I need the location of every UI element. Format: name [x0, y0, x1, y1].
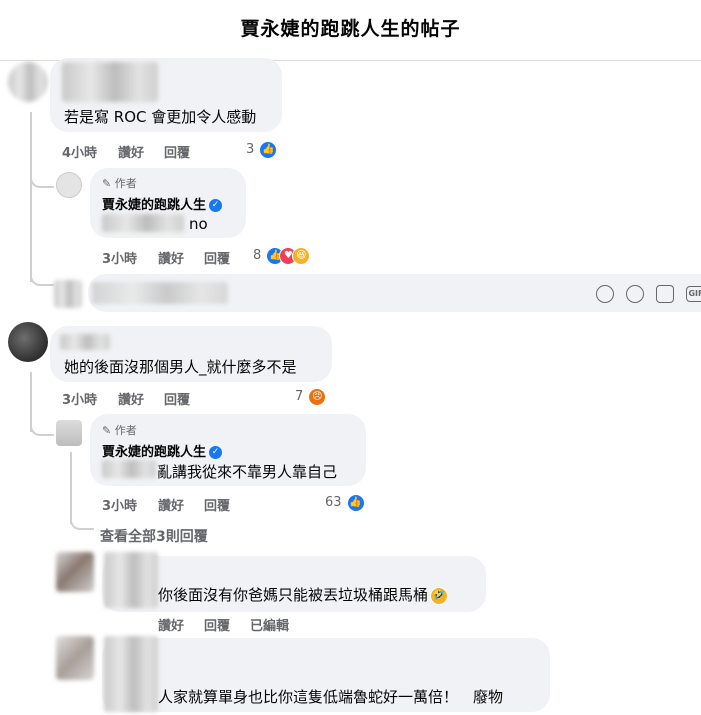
reply-input-mention — [92, 282, 228, 304]
reply-text: 亂講我從來不靠男人靠自己 — [157, 463, 338, 481]
like-button[interactable]: 讚好 — [118, 142, 144, 161]
avatar[interactable] — [8, 322, 48, 362]
thread-connector — [30, 170, 54, 188]
thread-connector — [30, 418, 54, 436]
emoji-icon[interactable] — [626, 285, 644, 303]
reaction-summary[interactable]: 8 👍 ♥ 😆 — [253, 245, 311, 265]
like-button[interactable]: 讚好 — [158, 615, 184, 634]
thread-connector — [70, 512, 94, 530]
comment-time[interactable]: 3小時 — [62, 389, 97, 408]
reply-button[interactable]: 回覆 — [204, 495, 230, 514]
reaction-summary[interactable]: 3 👍 — [246, 139, 278, 159]
reply-button[interactable]: 回覆 — [164, 389, 190, 408]
angry-reaction-icon: 😠 — [308, 387, 327, 406]
reaction-count: 3 — [246, 142, 255, 157]
verified-badge-icon: ✓ — [209, 446, 223, 459]
like-button[interactable]: 讚好 — [158, 248, 184, 267]
comment-text: 人家就算單身也比你這隻低端魯蛇好一萬倍！ 廢物 — [158, 688, 504, 706]
gif-icon[interactable]: GIF — [686, 286, 701, 302]
author-name-text: 賈永婕的跑跳人生 — [102, 445, 207, 460]
reply-button[interactable]: 回覆 — [204, 615, 230, 634]
reaction-summary[interactable]: 7 😠 — [295, 386, 327, 406]
comment-actions: 讚好 回覆 已編輯 — [158, 615, 358, 634]
avatar[interactable] — [8, 62, 48, 102]
camera-icon[interactable] — [656, 285, 674, 303]
page-title: 賈永婕的跑跳人生的帖子 — [240, 18, 461, 40]
reply-actions: 3小時 讚好 回覆 — [102, 248, 262, 267]
avatar[interactable] — [56, 552, 94, 592]
reply-actions: 3小時 讚好 回覆 — [102, 495, 262, 514]
edited-label: 已編輯 — [250, 619, 290, 634]
commenter-name[interactable] — [60, 334, 110, 350]
comment-text: 你後面沒有你爸媽只能被丟垃圾桶跟馬桶 🤣 — [158, 584, 449, 605]
avatar[interactable] — [56, 636, 94, 680]
author-badge: ✎ 作者 — [102, 177, 137, 190]
author-avatar[interactable] — [56, 172, 82, 198]
thread-line — [30, 112, 32, 282]
reaction-count: 8 — [253, 248, 262, 263]
view-all-replies-link[interactable]: 查看全部3則回覆 — [100, 526, 208, 546]
reaction-count: 7 — [295, 389, 304, 404]
author-avatar[interactable] — [56, 420, 82, 446]
like-button[interactable]: 讚好 — [118, 389, 144, 408]
commenter-name[interactable] — [104, 636, 158, 712]
author-name-text: 賈永婕的跑跳人生 — [102, 198, 207, 213]
user-avatar — [54, 280, 82, 308]
like-reaction-icon: 👍 — [259, 140, 278, 159]
author-badge: ✎ 作者 — [102, 424, 137, 437]
reply-time[interactable]: 3小時 — [102, 495, 137, 514]
comment-text-content: 你後面沒有你爸媽只能被丟垃圾桶跟馬桶 — [158, 586, 429, 604]
thread-connector — [30, 268, 54, 286]
commenter-name[interactable] — [104, 552, 158, 608]
author-name[interactable]: 賈永婕的跑跳人生 ✓ — [102, 194, 223, 213]
like-button[interactable]: 讚好 — [158, 495, 184, 514]
sticker-icon[interactable] — [596, 285, 614, 303]
haha-reaction-icon: 😆 — [292, 246, 311, 265]
reaction-count: 63 — [325, 495, 342, 510]
comment-actions: 3小時 讚好 回覆 — [62, 389, 262, 408]
author-name[interactable]: 賈永婕的跑跳人生 ✓ — [102, 441, 223, 460]
comment-text: 若是寫 ROC 會更加令人感動 — [64, 108, 257, 126]
mentioned-user[interactable] — [102, 460, 156, 478]
verified-badge-icon: ✓ — [209, 199, 223, 212]
like-reaction-icon: 👍 — [346, 493, 365, 512]
reaction-summary[interactable]: 63 👍 — [325, 492, 365, 512]
haha-emoji-icon: 🤣 — [430, 586, 449, 605]
mentioned-user[interactable] — [102, 214, 184, 232]
reply-button[interactable]: 回覆 — [204, 248, 230, 267]
comment-time[interactable]: 4小時 — [62, 142, 97, 161]
author-badge-label: 作者 — [114, 424, 137, 437]
reply-time[interactable]: 3小時 — [102, 248, 137, 267]
commenter-name[interactable] — [62, 62, 158, 102]
reply-button[interactable]: 回覆 — [164, 142, 190, 161]
author-badge-label: 作者 — [114, 177, 137, 190]
comment-text: 她的後面沒那個男人_就什麼多不是 — [64, 358, 297, 376]
reply-text: no — [189, 215, 208, 233]
